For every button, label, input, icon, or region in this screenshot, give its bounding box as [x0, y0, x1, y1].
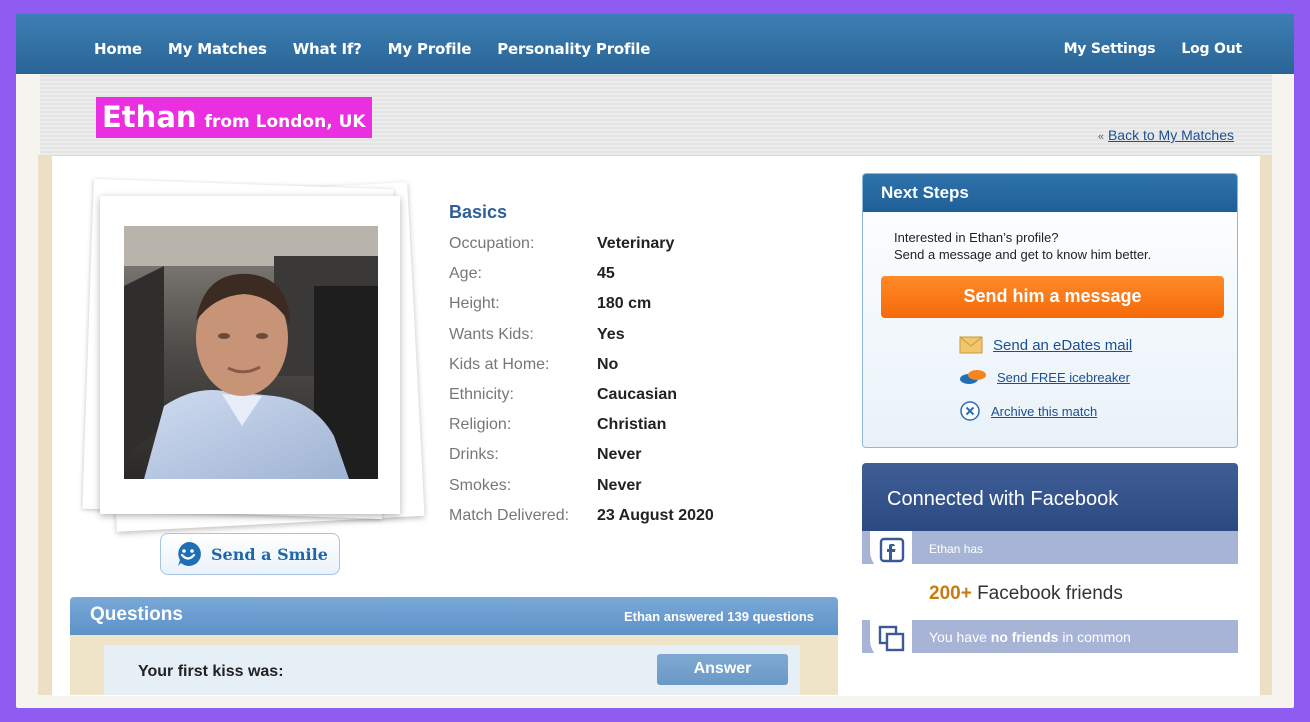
profile-name-tag: Ethan from London, UK [96, 97, 372, 138]
facebook-friends: 200+ Facebook friends [929, 583, 1123, 605]
next-steps-title: Next Steps [881, 183, 969, 202]
next-steps-text-line1: Interested in Ethan’s profile? [894, 230, 1059, 245]
profile-name: Ethan [102, 100, 197, 134]
questions-panel: Questions Ethan answered 139 questions Y… [70, 597, 838, 695]
basics-value: Never [597, 446, 642, 464]
basics-value: Yes [597, 325, 625, 343]
basics-label: Smokes: [449, 476, 512, 494]
facebook-friends-label: Facebook friends [977, 583, 1123, 604]
basics-label: Wants Kids: [449, 325, 534, 343]
facebook-title: Connected with Facebook [887, 488, 1119, 510]
basics-label: Match Delivered: [449, 506, 570, 524]
basics-value: 45 [597, 265, 615, 283]
nav-right: My Settings Log Out [1064, 41, 1243, 57]
facebook-common-text: You have no friends in common [929, 629, 1131, 645]
facebook-has-text: Ethan has [929, 542, 984, 556]
basics-value: Christian [597, 416, 667, 434]
facebook-panel: Connected with Facebook Ethan has 200+ F… [862, 463, 1238, 683]
back-arrow-icon: « [1097, 131, 1104, 143]
basics-title: Basics [449, 202, 508, 222]
nav-my-profile[interactable]: My Profile [388, 40, 472, 58]
basics-value: No [597, 355, 619, 373]
side-strip-left [38, 155, 52, 695]
basics-label: Age: [449, 265, 482, 283]
facebook-common-bold: no friends [990, 629, 1059, 645]
archive-match-label: Archive this match [991, 403, 1098, 419]
answer-button[interactable]: Answer [657, 654, 788, 685]
facebook-footer [862, 653, 1238, 683]
basics-value: 180 cm [597, 295, 652, 313]
basics-label: Height: [449, 295, 500, 313]
facebook-friends-count: 200+ [929, 583, 972, 604]
basics-value: Never [597, 476, 642, 494]
nav-personality-profile[interactable]: Personality Profile [497, 40, 650, 58]
basics-label: Occupation: [449, 235, 535, 252]
basics-value: Caucasian [597, 385, 678, 403]
question-text: Your first kiss was: [138, 663, 284, 680]
send-message-button[interactable]: Send him a message [881, 276, 1224, 318]
facebook-has-row: Ethan has [862, 531, 1238, 564]
nav-what-if[interactable]: What If? [293, 40, 362, 58]
nav-my-matches[interactable]: My Matches [168, 40, 267, 58]
back-link-container: « Back to My Matches [1098, 127, 1234, 143]
facebook-common-prefix: You have [929, 629, 987, 645]
question-item: Your first kiss was: Answer [104, 645, 800, 695]
send-icebreaker-link[interactable]: Send FREE icebreaker [959, 368, 1130, 386]
mail-icon [959, 336, 983, 354]
questions-header: Questions Ethan answered 139 questions [70, 597, 838, 635]
icebreaker-icon [960, 370, 986, 384]
next-steps-text-line2: Send a message and get to know him bette… [894, 247, 1152, 262]
basics-label: Kids at Home: [449, 355, 550, 373]
archive-icon [960, 401, 980, 421]
nav-home[interactable]: Home [94, 40, 142, 58]
smile-icon [178, 541, 201, 566]
side-strip-right [1260, 155, 1272, 695]
facebook-common-suffix: in common [1062, 629, 1131, 645]
next-steps-text: Interested in Ethan’s profile? Send a me… [894, 229, 1151, 263]
profile-photo[interactable] [124, 226, 378, 479]
facebook-icon-badge [870, 531, 912, 573]
profile-location: from London, UK [204, 112, 366, 132]
facebook-icon [879, 537, 905, 563]
next-steps-header: Next Steps [863, 174, 1237, 212]
facebook-header: Connected with Facebook [862, 463, 1238, 531]
basics-label: Drinks: [449, 446, 499, 464]
nav-left: Home My Matches What If? My Profile Pers… [94, 40, 650, 58]
top-navigation: Home My Matches What If? My Profile Pers… [16, 14, 1294, 74]
basics-value: Veterinary [597, 235, 675, 252]
questions-body: Your first kiss was: Answer [70, 635, 838, 695]
basics-label: Religion: [449, 416, 512, 434]
send-edates-mail-link[interactable]: Send an eDates mail [959, 336, 1132, 354]
nav-log-out[interactable]: Log Out [1181, 41, 1242, 57]
basics-label: Ethnicity: [449, 385, 514, 403]
next-steps-panel: Next Steps Interested in Ethan’s profile… [862, 173, 1238, 448]
facebook-common-row: You have no friends in common [862, 620, 1238, 653]
profile-photo-image [124, 226, 378, 479]
questions-count: Ethan answered 139 questions [623, 609, 814, 624]
send-smile-button[interactable]: Send a Smile [160, 533, 340, 575]
send-icebreaker-label: Send FREE icebreaker [997, 369, 1130, 385]
questions-title: Questions [90, 604, 183, 625]
send-smile-label: Send a Smile [211, 544, 328, 564]
send-edates-mail-label: Send an eDates mail [993, 336, 1133, 354]
basics-value: 23 August 2020 [597, 506, 714, 524]
nav-my-settings[interactable]: My Settings [1064, 41, 1156, 57]
archive-match-link[interactable]: Archive this match [959, 400, 1097, 422]
back-to-matches-link[interactable]: Back to My Matches [1108, 127, 1234, 143]
